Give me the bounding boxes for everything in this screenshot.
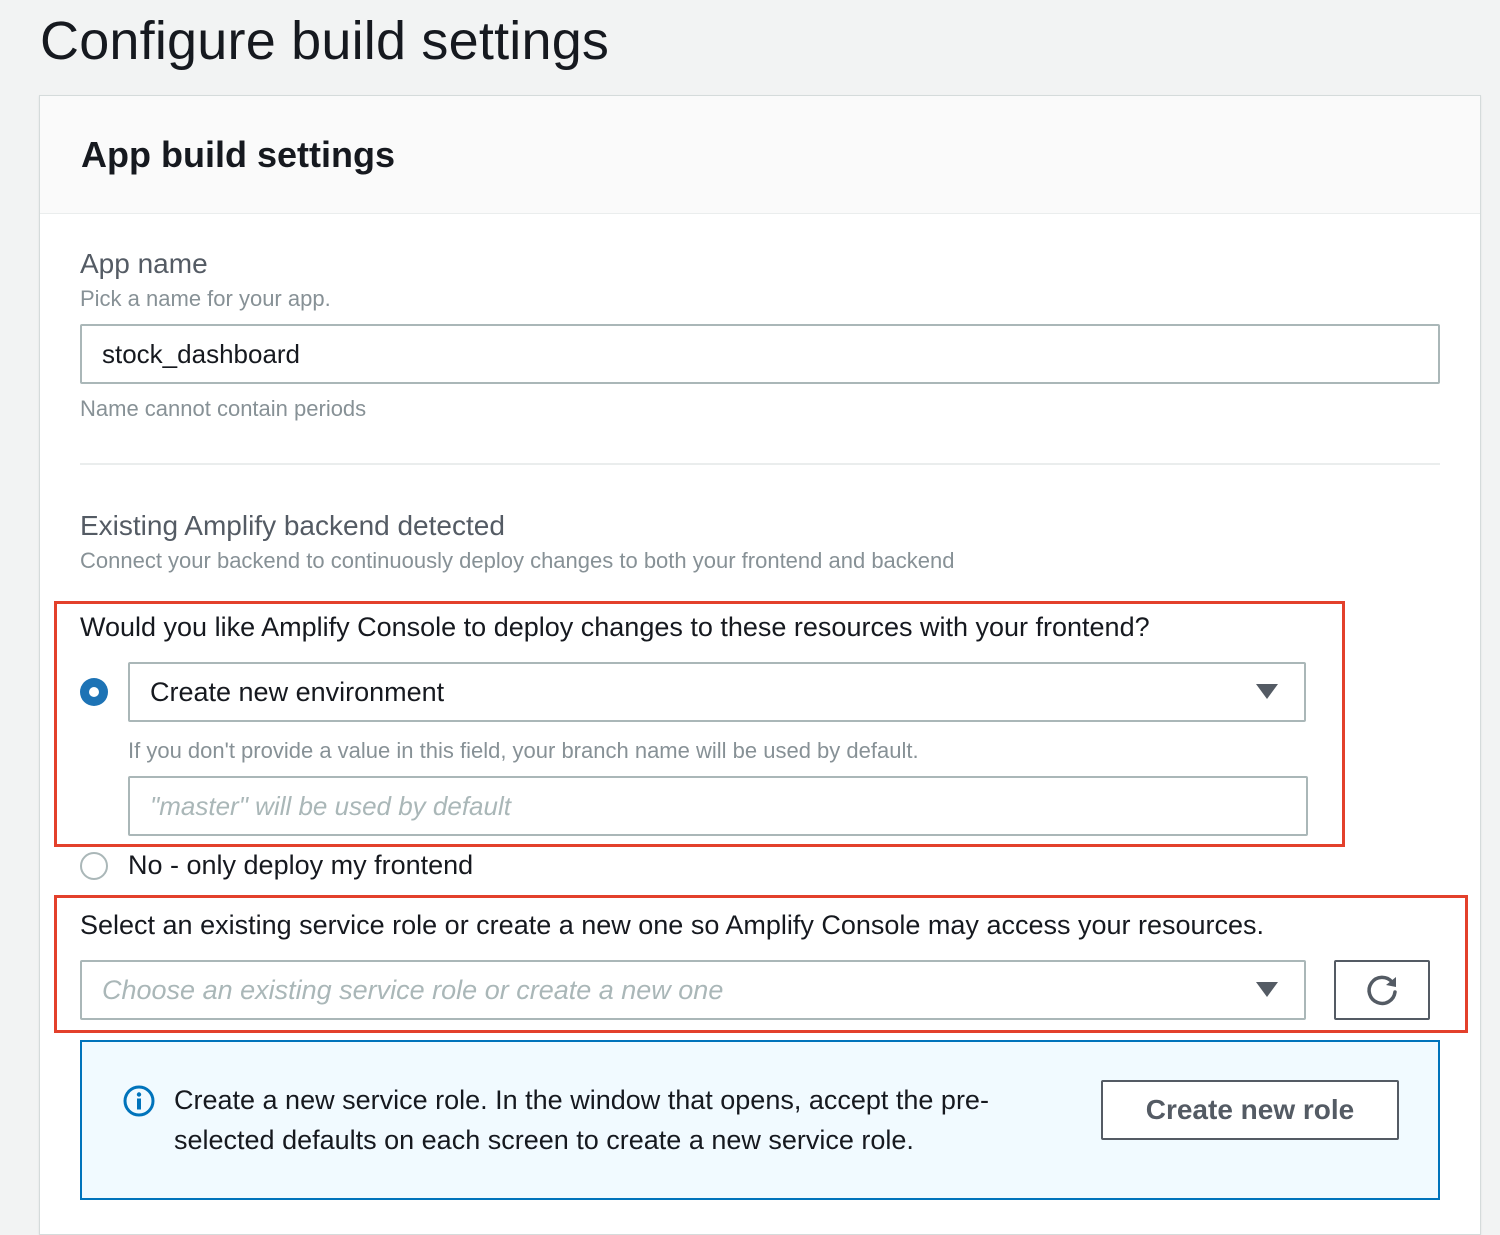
section-divider <box>80 463 1440 465</box>
refresh-button[interactable] <box>1334 960 1430 1020</box>
environment-hint: If you don't provide a value in this fie… <box>128 738 919 763</box>
environment-select[interactable]: Create new environment <box>128 662 1306 722</box>
backend-description: Connect your backend to continuously dep… <box>80 548 955 573</box>
info-alert: Create a new service role. In the window… <box>80 1040 1440 1200</box>
info-alert-text: Create a new service role. In the window… <box>174 1080 1074 1160</box>
service-role-placeholder: Choose an existing service role or creat… <box>102 974 724 1005</box>
service-role-prompt: Select an existing service role or creat… <box>80 910 1265 940</box>
backend-heading: Existing Amplify backend detected <box>80 510 505 541</box>
service-role-select[interactable]: Choose an existing service role or creat… <box>80 960 1306 1020</box>
caret-down-icon <box>1256 684 1278 699</box>
radio-create-environment[interactable] <box>80 678 108 706</box>
app-name-description: Pick a name for your app. <box>80 286 331 311</box>
panel-title: App build settings <box>81 134 395 175</box>
page-title: Configure build settings <box>40 11 610 71</box>
environment-select-value: Create new environment <box>150 676 445 707</box>
info-icon <box>123 1085 155 1117</box>
environment-name-input[interactable]: "master" will be used by default <box>128 776 1308 836</box>
create-new-role-button[interactable]: Create new role <box>1101 1080 1399 1140</box>
caret-down-icon <box>1256 982 1278 997</box>
app-name-input[interactable]: stock_dashboard <box>80 324 1440 384</box>
app-name-value: stock_dashboard <box>102 338 301 369</box>
deploy-question: Would you like Amplify Console to deploy… <box>80 612 1150 642</box>
info-alert-line-2: selected defaults on each screen to crea… <box>174 1125 914 1155</box>
environment-name-placeholder: "master" will be used by default <box>150 790 511 821</box>
app-name-label: App name <box>80 248 208 279</box>
panel-header: App build settings <box>40 96 1480 214</box>
radio-dot <box>89 687 99 697</box>
radio-frontend-only[interactable] <box>80 852 108 880</box>
radio-frontend-only-label[interactable]: No - only deploy my frontend <box>128 850 473 881</box>
refresh-icon <box>1367 975 1397 1006</box>
app-name-constraint: Name cannot contain periods <box>80 396 367 421</box>
info-alert-line-1: Create a new service role. In the window… <box>174 1085 989 1115</box>
